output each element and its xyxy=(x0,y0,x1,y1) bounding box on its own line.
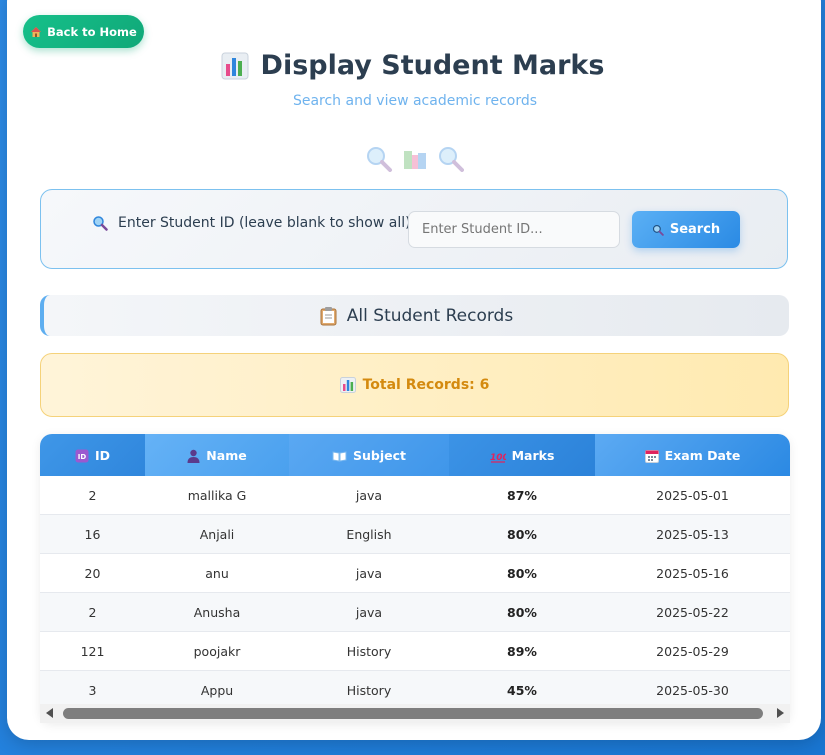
calendar-icon xyxy=(644,447,659,463)
table-row: 2 mallika G java 87% 2025-05-01 xyxy=(40,476,790,515)
bar-chart-icon xyxy=(221,52,249,80)
magnifier-icon xyxy=(437,145,465,173)
page-subtitle: Search and view academic records xyxy=(292,93,538,109)
table-row: 16 Anjali English 80% 2025-05-13 xyxy=(40,514,790,554)
cell-subject: History xyxy=(289,631,449,671)
clipboard-icon xyxy=(320,306,337,326)
cell-name: mallika G xyxy=(145,476,289,515)
column-header-subject-label: Subject xyxy=(353,447,406,463)
magnifier-icon xyxy=(92,215,108,231)
search-panel: Enter Student ID (leave blank to show al… xyxy=(40,189,788,269)
cell-marks: 89% xyxy=(449,631,595,671)
cell-exam-date: 2025-05-13 xyxy=(595,514,790,554)
total-records-text: Total Records: 6 xyxy=(362,377,490,393)
column-header-exam-date-label: Exam Date xyxy=(664,447,741,463)
cell-subject: java xyxy=(289,476,449,515)
person-icon xyxy=(187,447,200,463)
cell-marks: 80% xyxy=(449,592,595,632)
back-to-home-label: Back to Home xyxy=(47,24,137,39)
records-table-container: ID ID Name Subject 10 Marks Exam Date 2 … xyxy=(40,434,790,723)
column-header-name: Name xyxy=(145,434,289,476)
table-row: 20 anu java 80% 2025-05-16 xyxy=(40,553,790,593)
cell-name: anu xyxy=(145,553,289,593)
svg-text:ID: ID xyxy=(78,453,87,461)
records-section-title: All Student Records xyxy=(346,305,514,326)
page-title-text: Display Student Marks xyxy=(260,50,605,81)
cell-id: 2 xyxy=(40,592,145,632)
records-section-header: All Student Records xyxy=(40,295,789,336)
cell-id: 2 xyxy=(40,476,145,515)
back-to-home-button[interactable]: Back to Home xyxy=(23,15,144,48)
id-badge-icon: ID xyxy=(75,447,89,463)
cell-marks: 80% xyxy=(449,514,595,554)
horizontal-scrollbar[interactable] xyxy=(40,704,790,723)
cell-name: Anjali xyxy=(145,514,289,554)
cell-exam-date: 2025-05-16 xyxy=(595,553,790,593)
cell-id: 121 xyxy=(40,631,145,671)
cell-id: 20 xyxy=(40,553,145,593)
column-header-marks-label: Marks xyxy=(511,447,555,463)
open-book-icon xyxy=(332,448,347,463)
page-title: Display Student Marks xyxy=(0,50,825,81)
student-id-input[interactable] xyxy=(408,211,620,248)
books-icon xyxy=(401,145,429,173)
table-row: 2 Anusha java 80% 2025-05-22 xyxy=(40,592,790,632)
decorative-icons xyxy=(0,145,825,173)
column-header-subject: Subject xyxy=(289,434,449,476)
search-label-text: Enter Student ID (leave blank to show al… xyxy=(118,215,416,231)
cell-id: 16 xyxy=(40,514,145,554)
cell-exam-date: 2025-05-01 xyxy=(595,476,790,515)
scroll-right-arrow-icon[interactable] xyxy=(777,708,784,718)
search-label: Enter Student ID (leave blank to show al… xyxy=(92,215,415,231)
house-icon xyxy=(30,25,42,38)
column-header-exam-date: Exam Date xyxy=(595,434,790,476)
cell-subject: English xyxy=(289,514,449,554)
column-header-name-label: Name xyxy=(206,447,247,463)
total-records-banner: Total Records: 6 xyxy=(40,353,789,417)
cell-marks: 87% xyxy=(449,476,595,515)
hundred-points-icon: 100 xyxy=(490,448,506,463)
search-button[interactable]: Search xyxy=(632,211,740,248)
magnifier-icon xyxy=(652,222,664,237)
cell-exam-date: 2025-05-29 xyxy=(595,631,790,671)
cell-name: Anusha xyxy=(145,592,289,632)
cell-name: poojakr xyxy=(145,631,289,671)
table-header-row: ID ID Name Subject 10 Marks Exam Date xyxy=(40,434,790,476)
column-header-marks: 100 Marks xyxy=(449,434,595,476)
cell-marks: 80% xyxy=(449,553,595,593)
search-button-label: Search xyxy=(669,222,721,237)
cell-subject: java xyxy=(289,592,449,632)
table-row: 121 poojakr History 89% 2025-05-29 xyxy=(40,631,790,671)
column-header-id-label: ID xyxy=(94,447,111,463)
cell-exam-date: 2025-05-22 xyxy=(595,592,790,632)
scroll-left-arrow-icon[interactable] xyxy=(46,708,53,718)
cell-subject: java xyxy=(289,553,449,593)
magnifier-icon xyxy=(365,145,393,173)
scrollbar-thumb[interactable] xyxy=(63,708,763,719)
records-table: ID ID Name Subject 10 Marks Exam Date 2 … xyxy=(40,434,790,710)
bar-chart-icon xyxy=(339,377,356,393)
column-header-id: ID ID xyxy=(40,434,145,476)
